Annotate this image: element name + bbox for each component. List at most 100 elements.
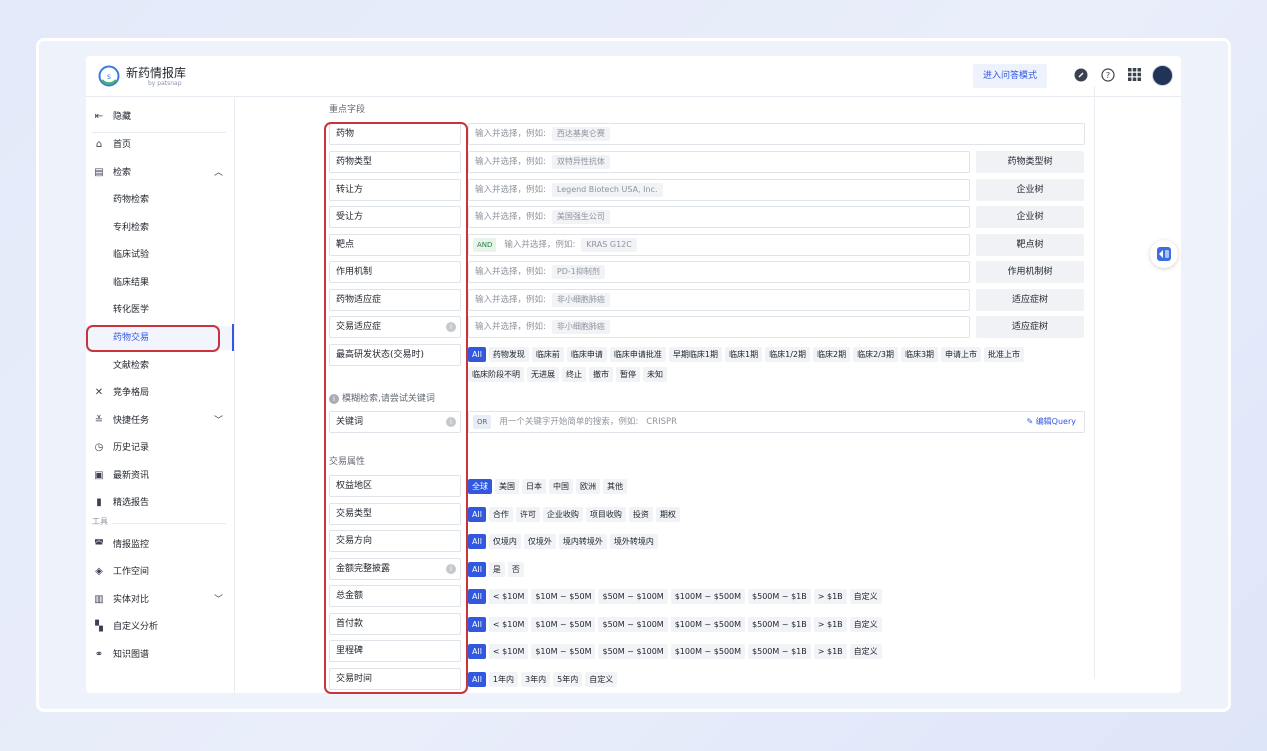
sidebar-item-monitor[interactable]: ◚ 情报监控 (86, 533, 235, 557)
target-input[interactable]: AND 输入并选择，例如: KRAS G12C (468, 234, 970, 256)
drug-indication-input[interactable]: 输入并选择，例如: 非小细胞肺癌 (468, 289, 970, 311)
amount-option[interactable]: $100M ~ $500M (670, 589, 746, 604)
sidebar-item-clinical-trials[interactable]: 临床试验 (86, 243, 235, 267)
deal-indication-input[interactable]: 输入并选择，例如: 非小细胞肺癌 (468, 316, 970, 338)
sidebar-item-patent-search[interactable]: 专利检索 (86, 216, 235, 240)
region-option[interactable]: 日本 (522, 479, 546, 494)
deal-type-option[interactable]: All (468, 507, 486, 522)
deal-type-option[interactable]: 投资 (628, 507, 653, 522)
phase-option[interactable]: 撤市 (589, 367, 613, 382)
licensor-input[interactable]: 输入并选择，例如: Legend Biotech USA, Inc. (468, 179, 970, 201)
milestone-option[interactable]: $500M ~ $1B (748, 644, 811, 659)
sidebar-item-drug-search[interactable]: 药物检索 (86, 188, 235, 212)
upfront-option[interactable]: $500M ~ $1B (748, 617, 811, 632)
amount-option[interactable]: All (468, 589, 486, 604)
deal-type-option[interactable]: 企业收购 (542, 507, 583, 522)
or-operator-tag[interactable]: OR (473, 414, 492, 429)
phase-option[interactable]: 申请上市 (941, 347, 982, 362)
milestone-option[interactable]: < $10M (488, 644, 529, 659)
amount-option[interactable]: $50M ~ $100M (598, 589, 668, 604)
phase-option[interactable]: All (468, 347, 486, 362)
sidebar-item-analysis[interactable]: ▚ 自定义分析 (86, 615, 235, 639)
deal-indication-tree-button[interactable]: 适应症树 (976, 316, 1084, 338)
time-option[interactable]: 1年内 (488, 672, 519, 687)
phase-option[interactable]: 药物发现 (488, 347, 529, 362)
amount-option[interactable]: $500M ~ $1B (748, 589, 811, 604)
sidebar-item-compare[interactable]: ▥ 实体对比 ﹀ (86, 588, 235, 612)
scrollbar-track[interactable] (1094, 86, 1095, 679)
region-option[interactable]: 美国 (495, 479, 519, 494)
amount-option[interactable]: $10M ~ $50M (531, 589, 596, 604)
sidebar-item-competition[interactable]: ✕ 竞争格局 (86, 381, 235, 405)
drug-indication-tree-button[interactable]: 适应症树 (976, 289, 1084, 311)
link-icon[interactable] (1073, 68, 1088, 83)
region-option[interactable]: 中国 (549, 479, 573, 494)
region-option[interactable]: 全球 (468, 479, 492, 494)
direction-option[interactable]: 仅境外 (523, 534, 556, 549)
region-option[interactable]: 其他 (603, 479, 627, 494)
upfront-option[interactable]: All (468, 617, 486, 632)
sidebar-item-news[interactable]: ▣ 最新资讯 (86, 464, 235, 488)
time-option[interactable]: 5年内 (553, 672, 583, 687)
disclosed-option[interactable]: 否 (507, 562, 524, 577)
amount-option[interactable]: > $1B (813, 589, 847, 604)
phase-option[interactable]: 临床申请批准 (609, 347, 666, 362)
keyword-input[interactable]: OR 用一个关键字开始简单的搜索，例如: CRISPR ✎ 编辑Query (468, 411, 1085, 433)
phase-option[interactable]: 临床3期 (900, 347, 939, 362)
phase-option[interactable]: 临床2期 (812, 347, 851, 362)
and-operator-tag[interactable]: AND (473, 237, 497, 252)
milestone-option[interactable]: 自定义 (849, 644, 882, 659)
upfront-option[interactable]: > $1B (813, 617, 847, 632)
time-option[interactable]: 3年内 (521, 672, 551, 687)
phase-option[interactable]: 未知 (643, 367, 667, 382)
milestone-option[interactable]: $50M ~ $100M (598, 644, 668, 659)
phase-option[interactable]: 临床1期 (725, 347, 763, 362)
disclosed-option[interactable]: All (468, 562, 486, 577)
deal-type-option[interactable]: 许可 (515, 507, 540, 522)
sidebar-item-literature[interactable]: 文献检索 (86, 354, 235, 378)
sidebar-item-translational[interactable]: 转化医学 (86, 298, 235, 322)
phase-option[interactable]: 临床2/3期 (853, 347, 898, 362)
milestone-option[interactable]: > $1B (813, 644, 847, 659)
mechanism-tree-button[interactable]: 作用机制树 (976, 261, 1084, 283)
assistant-float-button[interactable] (1150, 240, 1178, 268)
sidebar-item-tasks[interactable]: ≚ 快捷任务 ﹀ (86, 409, 235, 433)
phase-option[interactable]: 批准上市 (984, 347, 1025, 362)
apps-grid-icon[interactable] (1127, 68, 1142, 83)
time-option[interactable]: 自定义 (585, 672, 618, 687)
target-tree-button[interactable]: 靶点树 (976, 234, 1084, 256)
phase-option[interactable]: 临床申请 (566, 347, 607, 362)
deal-type-option[interactable]: 合作 (488, 507, 513, 522)
sidebar-item-workspace[interactable]: ◈ 工作空间 (86, 560, 235, 584)
disclosed-option[interactable]: 是 (488, 562, 505, 577)
phase-option[interactable]: 终止 (562, 367, 586, 382)
sidebar-item-home[interactable]: ⌂ 首页 (86, 133, 235, 157)
milestone-option[interactable]: All (468, 644, 486, 659)
deal-type-option[interactable]: 期权 (655, 507, 680, 522)
drug-type-input[interactable]: 输入并选择，例如: 双特异性抗体 (468, 151, 970, 173)
licensee-company-tree-button[interactable]: 企业树 (976, 206, 1084, 228)
upfront-option[interactable]: 自定义 (849, 617, 882, 632)
phase-option[interactable]: 临床前 (531, 347, 564, 362)
licensor-company-tree-button[interactable]: 企业树 (976, 179, 1084, 201)
drug-input[interactable]: 输入并选择，例如: 西达基奥仑赛 (468, 123, 1085, 145)
user-avatar[interactable] (1152, 65, 1173, 86)
phase-option[interactable]: 临床阶段不明 (468, 367, 524, 382)
qa-mode-button[interactable]: 进入问答模式 (973, 64, 1047, 88)
upfront-option[interactable]: $50M ~ $100M (598, 617, 668, 632)
amount-option[interactable]: < $10M (488, 589, 529, 604)
edit-query-link[interactable]: ✎ 编辑Query (1026, 412, 1076, 432)
sidebar-item-search[interactable]: ▤ 检索 ︿ (86, 161, 235, 185)
direction-option[interactable]: All (468, 534, 486, 549)
licensee-input[interactable]: 输入并选择，例如: 美国强生公司 (468, 206, 970, 228)
milestone-option[interactable]: $10M ~ $50M (531, 644, 596, 659)
phase-option[interactable]: 早期临床1期 (668, 347, 723, 362)
mechanism-input[interactable]: 输入并选择，例如: PD-1抑制剂 (468, 261, 970, 283)
milestone-option[interactable]: $100M ~ $500M (670, 644, 746, 659)
direction-option[interactable]: 境外转境内 (609, 534, 658, 549)
direction-option[interactable]: 境内转境外 (558, 534, 607, 549)
sidebar-item-reports[interactable]: ▮ 精选报告 (86, 491, 235, 515)
sidebar-item-clinical-results[interactable]: 临床结果 (86, 271, 235, 295)
deal-type-option[interactable]: 项目收购 (585, 507, 626, 522)
upfront-option[interactable]: $100M ~ $500M (670, 617, 746, 632)
